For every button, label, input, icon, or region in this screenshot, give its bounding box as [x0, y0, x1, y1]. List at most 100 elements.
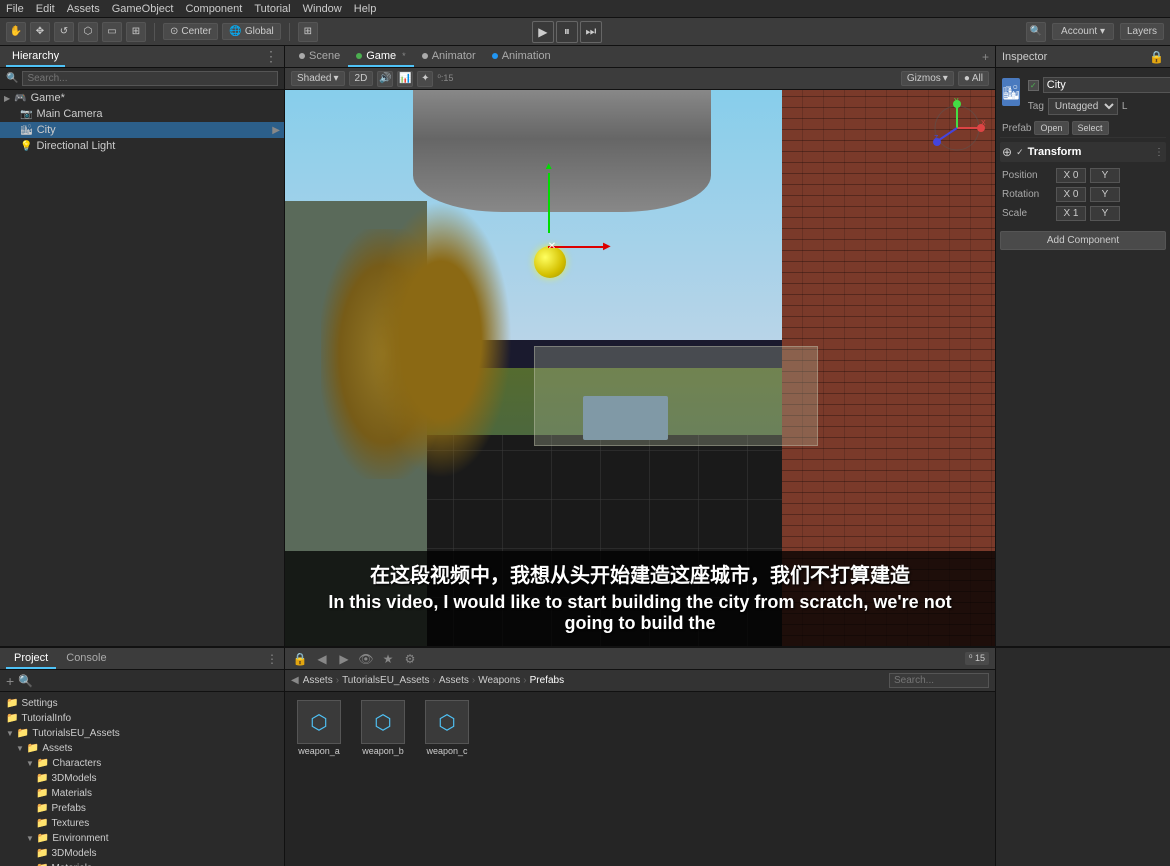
svg-text:Z: Z	[934, 135, 939, 142]
view-2d-btn[interactable]: 2D	[349, 71, 374, 86]
add-project-btn[interactable]: +	[6, 673, 14, 689]
game-toolbar: Shaded ▾ 2D 🔊 📊 ✦ ⁰:15 Gizmos ▾ ● All	[285, 68, 995, 90]
game-tab[interactable]: Game *	[348, 46, 413, 67]
tag-select[interactable]: Untagged	[1048, 98, 1118, 115]
tree-item-3dmodels-2[interactable]: 📁 3DModels	[0, 846, 284, 861]
step-button[interactable]: ⏭	[580, 21, 602, 43]
move-tool[interactable]: ✥	[30, 22, 50, 42]
select-prefab-btn[interactable]: Select	[1072, 121, 1109, 135]
global-btn[interactable]: 🌐 Global	[222, 23, 280, 40]
hand-tool[interactable]: ✋	[6, 22, 26, 42]
lock-icon[interactable]: 🔒	[1149, 50, 1164, 64]
effects-icon[interactable]: ✦	[417, 71, 433, 87]
transform-tool[interactable]: ⊞	[126, 22, 146, 42]
account-btn[interactable]: Account ▾	[1052, 23, 1114, 40]
eye-icon[interactable]: 👁	[357, 650, 375, 668]
pause-button[interactable]: ⏸	[556, 21, 578, 43]
obj-name-input[interactable]	[1043, 77, 1170, 93]
tree-item-textures-1[interactable]: 📁 Textures	[0, 816, 284, 831]
menu-assets[interactable]: Assets	[67, 3, 100, 15]
gear-assets-icon[interactable]: ⚙	[401, 650, 419, 668]
tree-item-prefabs-1[interactable]: 📁 Prefabs	[0, 801, 284, 816]
asset-thumb: ⬡	[361, 700, 405, 744]
scene-tab-dot	[299, 53, 305, 59]
transform-menu-icon[interactable]: ⋮	[1154, 147, 1164, 158]
bottom-panel: Project Console ⋮ + 🔍 📁 Settings 📁 Tutor…	[0, 646, 1170, 866]
project-menu-btn[interactable]: ⋮	[266, 652, 278, 666]
search-project-icon[interactable]: 🔍	[18, 674, 33, 688]
tree-item-3dmodels-1[interactable]: 📁 3DModels	[0, 771, 284, 786]
back-icon[interactable]: ◀	[313, 650, 331, 668]
tree-item-characters[interactable]: ▼ 📁 Characters	[0, 756, 284, 771]
animation-tab[interactable]: Animation	[484, 46, 559, 67]
project-tab[interactable]: Project	[6, 648, 56, 669]
project-panel: Project Console ⋮ + 🔍 📁 Settings 📁 Tutor…	[0, 648, 285, 866]
bc-sep-3: ›	[472, 675, 475, 686]
rotate-tool[interactable]: ↺	[54, 22, 74, 42]
bc-sep-4: ›	[523, 675, 526, 686]
back-breadcrumb-icon[interactable]: ◀	[291, 675, 299, 686]
star-icon[interactable]: ★	[379, 650, 397, 668]
object-name-row: ✓	[1026, 74, 1170, 96]
bc-assets2[interactable]: Assets	[439, 675, 469, 686]
gizmos-btn[interactable]: Gizmos ▾	[901, 71, 954, 86]
gizmos-arrow: ▾	[943, 73, 948, 84]
hierarchy-menu-btn[interactable]: ⋮	[264, 48, 278, 65]
hierarchy-item-light[interactable]: 💡 Directional Light	[0, 138, 284, 154]
asset-item-weapon-c[interactable]: ⬡ weapon_c	[417, 696, 477, 760]
transform-component-header[interactable]: ⊕ ✓ Transform ⋮	[1000, 142, 1166, 162]
hierarchy-item-city[interactable]: 🏙 City ▶	[0, 122, 284, 138]
play-button[interactable]: ▶	[532, 21, 554, 43]
tree-item-tutorialinfo[interactable]: 📁 TutorialInfo	[0, 711, 284, 726]
assets-search-input[interactable]	[889, 673, 989, 688]
svg-text:X: X	[981, 120, 986, 127]
tree-item-settings[interactable]: 📁 Settings	[0, 696, 284, 711]
obj-active-checkbox[interactable]: ✓	[1028, 80, 1039, 91]
center-btn[interactable]: ⊙ Center	[163, 23, 218, 40]
menu-file[interactable]: File	[6, 3, 24, 15]
menu-component[interactable]: Component	[185, 3, 242, 15]
menu-window[interactable]: Window	[303, 3, 342, 15]
layers-btn[interactable]: Layers	[1120, 23, 1164, 40]
transform-enable-checkbox[interactable]: ✓	[1016, 147, 1024, 158]
tree-item-environment[interactable]: ▼ 📁 Environment	[0, 831, 284, 846]
tree-item-tutorialseu[interactable]: ▼ 📁 TutorialsEU_Assets	[0, 726, 284, 741]
all-label-btn[interactable]: ● All	[958, 71, 989, 86]
menu-help[interactable]: Help	[354, 3, 377, 15]
tree-item-materials-1[interactable]: 📁 Materials	[0, 786, 284, 801]
bc-assets[interactable]: Assets	[303, 675, 333, 686]
rect-tool[interactable]: ▭	[102, 22, 122, 42]
extra-tool-1[interactable]: ⊞	[298, 22, 318, 42]
lock-assets-icon[interactable]: 🔒	[291, 650, 309, 668]
animator-tab[interactable]: Animator	[414, 46, 484, 67]
open-prefab-btn[interactable]: Open	[1034, 121, 1068, 135]
audio-icon[interactable]: 🔊	[377, 71, 393, 87]
folder-icon: 📁	[17, 728, 29, 739]
search-top-icon[interactable]: 🔍	[1026, 22, 1046, 42]
asset-item-weapon-a[interactable]: ⬡ weapon_a	[289, 696, 349, 760]
menu-gameobject[interactable]: GameObject	[112, 3, 174, 15]
forward-icon[interactable]: ▶	[335, 650, 353, 668]
folder-icon: 📁	[37, 758, 49, 769]
scale-tool[interactable]: ⬡	[78, 22, 98, 42]
menu-tutorial[interactable]: Tutorial	[254, 3, 290, 15]
hierarchy-item-maincamera[interactable]: 📷 Main Camera	[0, 106, 284, 122]
bc-tutorialseu[interactable]: TutorialsEU_Assets	[342, 675, 429, 686]
hierarchy-item-game[interactable]: ▶ 🎮 Game*	[0, 90, 284, 106]
view-tabs-add-btn[interactable]: +	[982, 50, 989, 64]
position-x-val: X 0	[1056, 168, 1086, 183]
tree-item-assets[interactable]: ▼ 📁 Assets	[0, 741, 284, 756]
project-content: 📁 Settings 📁 TutorialInfo ▼ 📁 TutorialsE…	[0, 692, 284, 866]
project-tabs: Project Console ⋮	[0, 648, 284, 670]
tree-item-materials-2[interactable]: 📁 Materials	[0, 861, 284, 866]
scene-tab[interactable]: Scene	[291, 46, 348, 67]
bc-weapons[interactable]: Weapons	[478, 675, 520, 686]
stats-icon[interactable]: 📊	[397, 71, 413, 87]
menu-edit[interactable]: Edit	[36, 3, 55, 15]
hierarchy-search-input[interactable]	[22, 71, 278, 86]
console-tab[interactable]: Console	[58, 648, 114, 669]
asset-item-weapon-b[interactable]: ⬡ weapon_b	[353, 696, 413, 760]
hierarchy-tab[interactable]: Hierarchy	[6, 46, 65, 67]
shaded-dropdown[interactable]: Shaded ▾	[291, 71, 345, 86]
add-component-btn[interactable]: Add Component	[1000, 231, 1166, 250]
